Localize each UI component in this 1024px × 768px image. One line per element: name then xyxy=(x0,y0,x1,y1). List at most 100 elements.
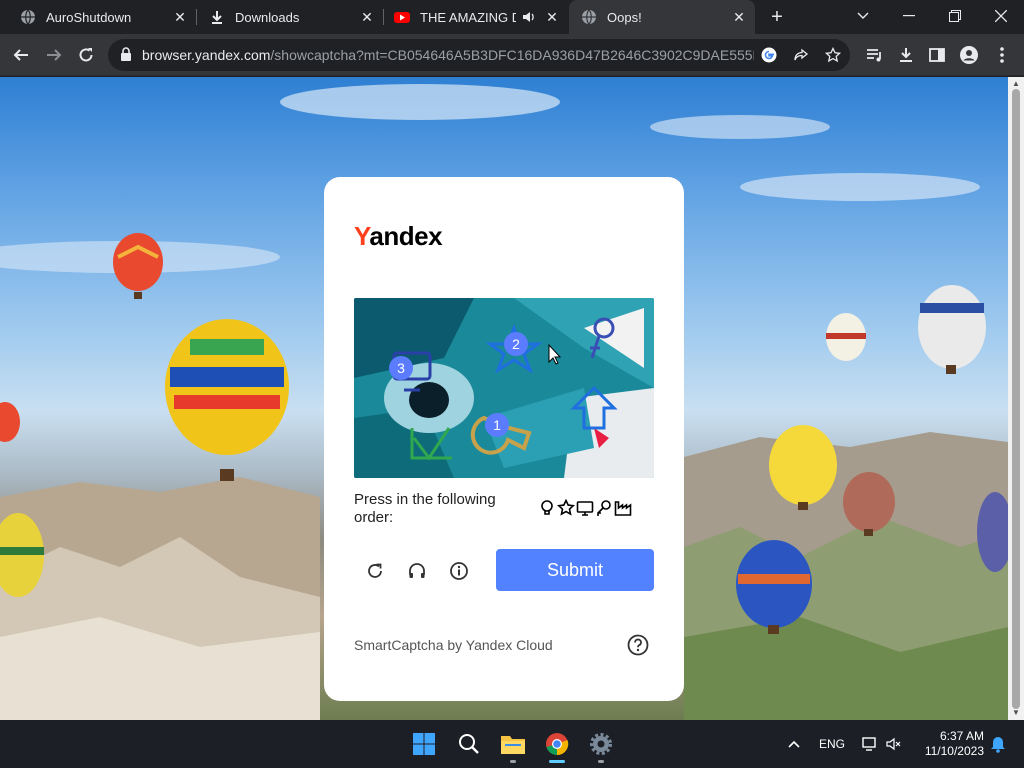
tab-auroshutdown[interactable]: AuroShutdown ✕ xyxy=(0,0,196,34)
tab-search-button[interactable] xyxy=(840,0,886,32)
reload-icon xyxy=(79,48,93,62)
logo-letter-y: Y xyxy=(354,221,370,251)
chrome-button[interactable] xyxy=(543,730,571,758)
tab-oops[interactable]: Oops! ✕ xyxy=(569,0,755,34)
language-indicator[interactable]: ENG xyxy=(819,737,845,751)
notifications-button[interactable] xyxy=(984,730,1012,758)
url-text[interactable]: browser.yandex.com/showcaptcha?mt=CB0546… xyxy=(142,47,754,63)
speaker-icon[interactable] xyxy=(522,10,536,24)
balloon xyxy=(165,319,289,481)
restore-button[interactable] xyxy=(932,0,978,32)
captcha-artwork: 2 3 1 xyxy=(354,298,654,478)
file-explorer-button[interactable] xyxy=(499,730,527,758)
info-icon xyxy=(450,562,468,580)
url-path: /showcaptcha?mt=CB054646A5B3DFC16DA936D4… xyxy=(270,47,754,63)
share-button[interactable] xyxy=(792,46,810,64)
google-lens-button[interactable] xyxy=(760,46,778,64)
scroll-up-arrow[interactable]: ▲ xyxy=(1012,80,1020,88)
monitor-icon xyxy=(576,499,594,517)
submit-button[interactable]: Submit xyxy=(496,549,654,591)
settings-button[interactable] xyxy=(587,730,615,758)
tab-downloads[interactable]: Downloads ✕ xyxy=(197,0,383,34)
arrow-left-icon xyxy=(13,49,28,61)
search-button[interactable] xyxy=(455,730,483,758)
windows-icon xyxy=(413,733,435,755)
factory-icon xyxy=(614,499,632,517)
show-hidden-icons-button[interactable] xyxy=(780,730,808,758)
close-window-button[interactable] xyxy=(978,0,1024,32)
back-button[interactable] xyxy=(10,44,32,66)
marker-3[interactable]: 3 xyxy=(397,360,405,376)
key-icon xyxy=(595,499,613,517)
network-icon xyxy=(862,737,876,751)
tab-strip: AuroShutdown ✕ Downloads ✕ THE AMAZING D… xyxy=(0,0,1024,34)
address-bar[interactable]: browser.yandex.com/showcaptcha?mt=CB0546… xyxy=(108,39,850,71)
balloon xyxy=(113,233,163,299)
lock-icon[interactable] xyxy=(120,47,132,62)
marker-2[interactable]: 2 xyxy=(512,336,520,352)
audio-challenge-button[interactable] xyxy=(405,559,429,583)
globe-icon xyxy=(582,9,596,25)
tab-title: AuroShutdown xyxy=(46,9,132,25)
forward-button[interactable] xyxy=(43,44,65,66)
logo-text: andex xyxy=(369,221,443,251)
refresh-button[interactable] xyxy=(363,559,387,583)
page-viewport: Yandex 2 3 1 Press in the following orde… xyxy=(0,77,1008,720)
scroll-down-arrow[interactable]: ▼ xyxy=(1012,709,1020,717)
profile-icon xyxy=(960,46,978,64)
captcha-image[interactable]: 2 3 1 xyxy=(354,298,654,478)
star-icon xyxy=(556,498,576,517)
chevron-up-icon xyxy=(788,740,800,748)
profile-button[interactable] xyxy=(958,44,980,66)
reload-button[interactable] xyxy=(75,44,97,66)
close-icon[interactable]: ✕ xyxy=(731,9,747,25)
close-icon[interactable]: ✕ xyxy=(544,9,560,25)
bookmark-button[interactable] xyxy=(824,46,842,64)
search-icon xyxy=(459,734,479,754)
close-icon[interactable]: ✕ xyxy=(359,9,375,25)
volume-muted-icon xyxy=(886,737,901,751)
youtube-icon xyxy=(394,12,410,23)
folder-icon xyxy=(501,736,525,754)
chrome-icon xyxy=(546,733,569,756)
new-tab-button[interactable]: + xyxy=(766,7,788,29)
volume-button[interactable] xyxy=(880,730,908,758)
marker-1[interactable]: 1 xyxy=(493,417,501,433)
bell-icon xyxy=(991,737,1005,753)
help-button[interactable] xyxy=(627,634,649,656)
minimize-button[interactable] xyxy=(886,0,932,32)
headphones-icon xyxy=(409,563,425,578)
info-button[interactable] xyxy=(447,559,471,583)
refresh-icon xyxy=(368,563,382,578)
lightbulb-icon xyxy=(538,499,556,517)
system-clock[interactable]: 6:37 AM 11/10/2023 xyxy=(914,729,984,759)
globe-icon xyxy=(21,9,35,25)
playlist-icon xyxy=(867,49,881,62)
taskbar-indicator-active xyxy=(549,760,565,763)
download-icon xyxy=(900,48,912,62)
menu-button[interactable] xyxy=(991,44,1013,66)
captcha-instruction: Press in the following order: xyxy=(354,491,496,526)
media-controls-button[interactable] xyxy=(864,44,886,66)
powered-by-text: SmartCaptcha by Yandex Cloud xyxy=(354,637,553,653)
close-icon[interactable]: ✕ xyxy=(172,9,188,25)
url-host: browser.yandex.com xyxy=(142,47,271,63)
yandex-logo: Yandex xyxy=(354,221,443,252)
tab-title: Oops! xyxy=(607,9,642,25)
captcha-card: Yandex 2 3 1 Press in the following orde… xyxy=(324,177,684,701)
share-icon xyxy=(794,48,809,61)
balloon xyxy=(918,285,986,374)
captcha-order-icons xyxy=(538,498,632,517)
tab-youtube[interactable]: THE AMAZING DI ✕ xyxy=(384,0,568,34)
vertical-scrollbar[interactable]: ▲ ▼ xyxy=(1008,77,1024,720)
gear-icon xyxy=(590,733,612,755)
downloads-button[interactable] xyxy=(895,44,917,66)
google-icon xyxy=(761,47,777,63)
clock-date: 11/10/2023 xyxy=(924,744,984,758)
side-panel-button[interactable] xyxy=(926,44,948,66)
start-button[interactable] xyxy=(410,730,438,758)
browser-toolbar: browser.yandex.com/showcaptcha?mt=CB0546… xyxy=(0,34,1024,76)
scrollbar-thumb[interactable] xyxy=(1012,89,1020,709)
chevron-down-icon xyxy=(857,12,869,19)
side-panel-icon xyxy=(929,48,945,62)
